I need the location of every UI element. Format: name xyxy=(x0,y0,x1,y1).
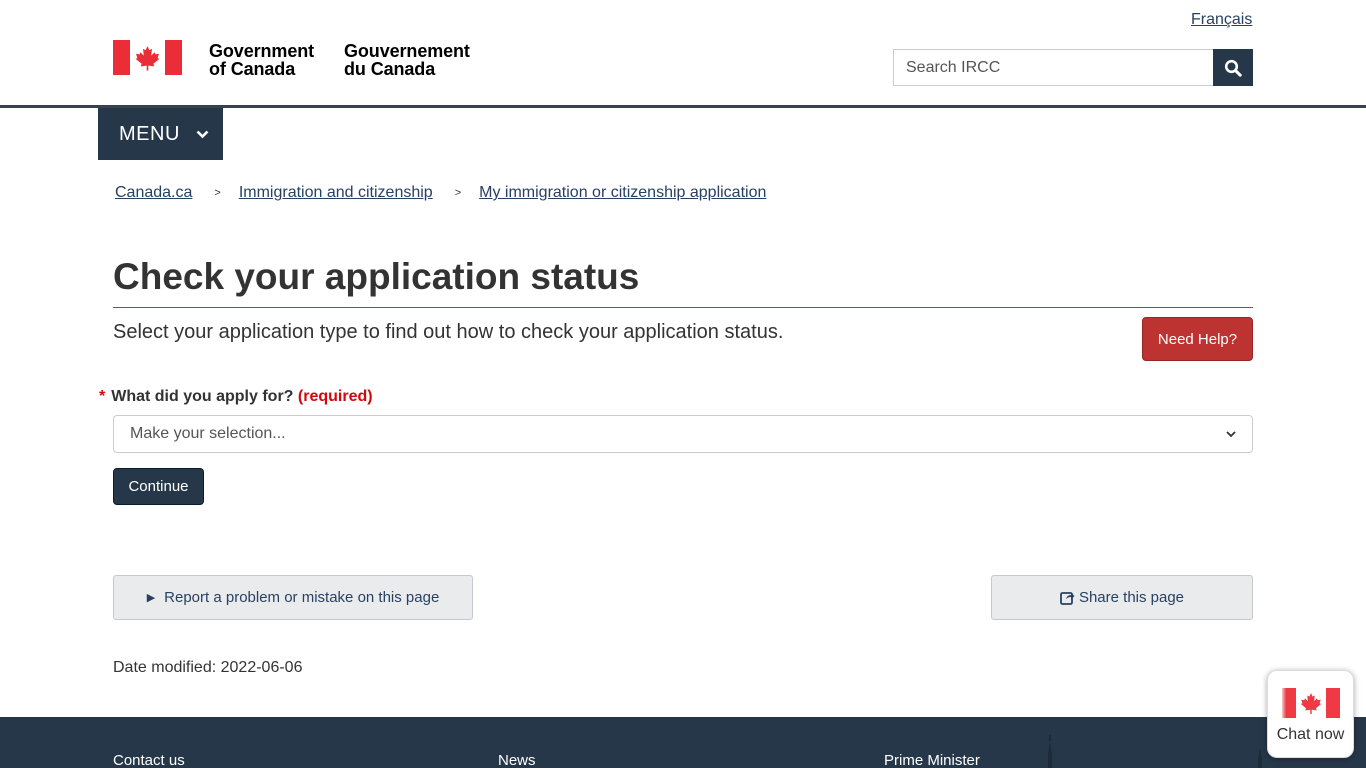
breadcrumb-separator: > xyxy=(214,187,221,199)
share-icon xyxy=(1060,590,1075,605)
site-footer: Contact us News Prime Minister xyxy=(0,717,1366,768)
label-text: What did you apply for? xyxy=(111,388,294,405)
breadcrumb-my-application[interactable]: My immigration or citizenship applicatio… xyxy=(479,184,766,202)
breadcrumb: Canada.ca > Immigration and citizenship … xyxy=(115,184,766,202)
report-problem-button[interactable]: ▶ Report a problem or mistake on this pa… xyxy=(113,575,473,620)
date-modified-value: 2022-06-06 xyxy=(220,659,303,676)
required-text: (required) xyxy=(297,388,373,405)
page-title: Check your application status xyxy=(113,256,640,297)
canada-flag-icon xyxy=(113,40,182,75)
search-form xyxy=(893,49,1253,86)
share-page-label: Share this page xyxy=(1078,589,1185,606)
wordmark-fr-line2: du Canada xyxy=(344,59,436,79)
search-button[interactable] xyxy=(1213,49,1253,86)
footer-link-contact-us[interactable]: Contact us xyxy=(113,752,185,768)
continue-button[interactable]: Continue xyxy=(113,468,204,505)
required-marker: * xyxy=(99,388,106,405)
footer-link-news[interactable]: News xyxy=(498,752,536,768)
search-icon xyxy=(1224,59,1242,77)
wordmark-en-line2: of Canada xyxy=(209,59,296,79)
intro-text: Select your application type to find out… xyxy=(113,321,784,343)
chat-now-label: Chat now xyxy=(1276,726,1345,743)
share-page-button[interactable]: Share this page xyxy=(991,575,1253,620)
application-type-label: * What did you apply for? (required) xyxy=(99,388,373,406)
chat-now-widget[interactable]: Chat now xyxy=(1267,670,1354,758)
menu-label: MENU xyxy=(119,122,180,145)
select-value: Make your selection... xyxy=(130,425,286,442)
breadcrumb-immigration[interactable]: Immigration and citizenship xyxy=(239,184,433,202)
breadcrumb-separator: > xyxy=(454,187,462,199)
report-problem-label: Report a problem or mistake on this page xyxy=(164,589,440,606)
search-input[interactable] xyxy=(893,49,1213,86)
need-help-button[interactable]: Need Help? xyxy=(1142,317,1253,361)
language-toggle-link[interactable]: Français xyxy=(1191,11,1252,29)
chevron-down-icon xyxy=(1226,425,1236,443)
application-type-select[interactable]: Make your selection... xyxy=(113,415,1253,453)
date-modified-label: Date modified: xyxy=(113,659,217,676)
caret-right-icon: ▶ xyxy=(146,592,156,604)
wordmark-french: Gouvernement du Canada xyxy=(344,42,470,78)
menu-button[interactable]: MENU xyxy=(98,108,223,160)
canada-flag-icon xyxy=(1282,688,1340,718)
wordmark-en-line1: Government xyxy=(209,41,315,61)
chevron-down-icon xyxy=(196,130,209,139)
breadcrumb-canada[interactable]: Canada.ca xyxy=(115,184,192,202)
wordmark-english: Government of Canada xyxy=(209,42,314,78)
title-underline xyxy=(113,307,1253,308)
government-of-canada-logo[interactable]: Government of Canada Gouvernement du Can… xyxy=(113,40,470,78)
date-modified: Date modified: 2022-06-06 xyxy=(113,659,302,677)
footer-link-prime-minister[interactable]: Prime Minister xyxy=(884,752,980,768)
parliament-skyline-icon xyxy=(1048,735,1262,768)
wordmark-fr-line1: Gouvernement xyxy=(344,41,470,61)
